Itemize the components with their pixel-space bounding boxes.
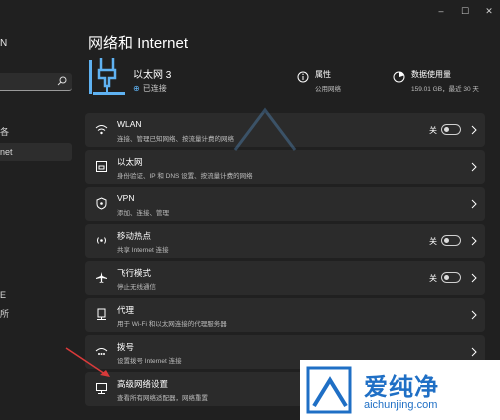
wlan-subtitle: 连接、管理已知网络、按流量计费的网络 — [117, 136, 234, 143]
proxy-icon — [97, 308, 106, 320]
ethernet-subtitle: 身份验证、IP 和 DNS 设置、按流量计费的网络 — [117, 173, 253, 180]
hotspot-icon — [97, 237, 106, 244]
annotation-arrow — [65, 347, 110, 377]
properties-link[interactable]: 属性 公用网络 — [297, 69, 341, 93]
chevron-right-icon — [471, 125, 477, 135]
sidebar-item-4[interactable]: 所 — [0, 305, 72, 323]
properties-sub: 公用网络 — [315, 86, 341, 93]
wlan-title: WLAN — [117, 119, 142, 129]
connection-status: ⊕ 已连接 — [133, 83, 167, 94]
vpn-subtitle: 添加、连接、管理 — [117, 210, 169, 217]
hotspot-subtitle: 共享 Internet 连接 — [117, 247, 169, 254]
dialup-subtitle: 设置拨号 Internet 连接 — [117, 358, 182, 365]
watermark-url: aichunjing.com — [364, 399, 438, 411]
data-usage-link[interactable]: 数据使用量 159.01 GB，最近 30 天 — [393, 69, 479, 93]
advanced-network-title: 高级网络设置 — [117, 379, 169, 389]
connection-summary: 以太网 3 ⊕ 已连接 属性 公用网络 数据使用量 159.01 GB，最近 30… — [85, 56, 495, 102]
page-title: 网络和 Internet — [88, 35, 189, 52]
vpn-title: VPN — [117, 193, 135, 203]
user-name: N — [0, 38, 8, 49]
ethernet-icon — [96, 161, 107, 172]
connection-name: 以太网 3 — [133, 70, 172, 81]
data-usage-icon — [393, 71, 405, 83]
main-content: 网络和 Internet 以太网 3 ⊕ 已连接 属性 公用网络 数据使用量 1… — [85, 0, 500, 420]
advanced-network-icon — [96, 383, 107, 394]
airplane-title: 飞行模式 — [117, 268, 152, 278]
hotspot-row[interactable]: 移动热点 共享 Internet 连接 关 — [85, 224, 485, 258]
search-icon[interactable] — [57, 76, 67, 86]
proxy-row[interactable]: 代理 用于 Wi-Fi 和以太网连接的代理服务器 — [85, 298, 485, 332]
vpn-shield-icon — [96, 197, 107, 210]
ethernet-title: 以太网 — [117, 157, 143, 167]
airplane-icon — [96, 272, 107, 283]
sidebar-item-network[interactable]: net — [0, 143, 72, 161]
watermark-text: 爱纯净 — [364, 374, 439, 401]
sidebar: N 各 net E 所 — [0, 0, 74, 420]
sidebar-item-1[interactable]: 各 — [0, 123, 72, 141]
wlan-toggle[interactable] — [441, 124, 461, 135]
chevron-right-icon — [471, 347, 477, 357]
hotspot-toggle-state: 关 — [429, 237, 437, 246]
airplane-subtitle: 停止无线通信 — [117, 284, 156, 291]
watermark-logo-icon — [306, 366, 352, 414]
info-icon — [297, 71, 309, 83]
hotspot-toggle[interactable] — [441, 235, 461, 246]
advanced-network-subtitle: 查看所有网络适配器，网络重置 — [117, 395, 208, 402]
connected-icon: ⊕ — [133, 84, 140, 93]
airplane-row[interactable]: 飞行模式 停止无线通信 关 — [85, 261, 485, 295]
proxy-title: 代理 — [117, 305, 135, 315]
watermark-logo-faint — [233, 107, 297, 151]
ethernet-large-icon — [89, 58, 125, 95]
vpn-row[interactable]: VPN 添加、连接、管理 — [85, 187, 485, 221]
airplane-toggle[interactable] — [441, 272, 461, 283]
hotspot-title: 移动热点 — [117, 231, 152, 241]
wifi-icon — [95, 125, 108, 135]
chevron-right-icon — [471, 273, 477, 283]
wlan-toggle-state: 关 — [429, 126, 437, 135]
dialup-title: 拨号 — [117, 342, 135, 352]
chevron-right-icon — [471, 199, 477, 209]
sidebar-item-3[interactable]: E — [0, 286, 72, 304]
chevron-right-icon — [471, 162, 477, 172]
chevron-right-icon — [471, 236, 477, 246]
connection-status-text: 已连接 — [142, 84, 167, 93]
search-input[interactable] — [0, 73, 72, 91]
data-usage-sub: 159.01 GB，最近 30 天 — [411, 86, 479, 93]
properties-label: 属性 — [315, 70, 331, 79]
data-usage-label: 数据使用量 — [411, 70, 451, 79]
watermark-badge: 爱纯净 aichunjing.com — [300, 360, 500, 420]
chevron-right-icon — [471, 310, 477, 320]
proxy-subtitle: 用于 Wi-Fi 和以太网连接的代理服务器 — [117, 321, 227, 328]
airplane-toggle-state: 关 — [429, 274, 437, 283]
